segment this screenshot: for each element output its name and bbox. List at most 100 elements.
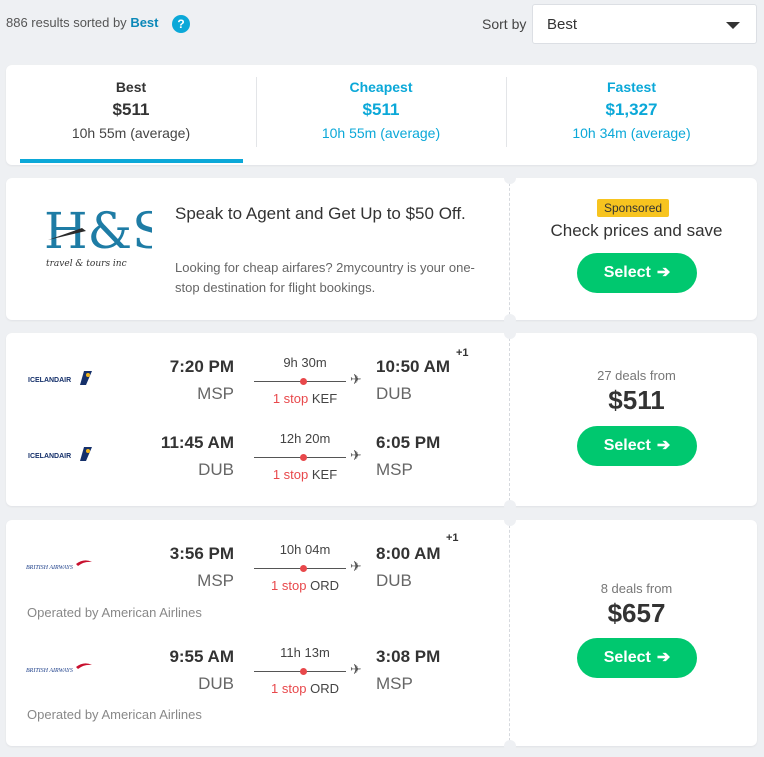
depart-airport: MSP: [197, 571, 234, 590]
flight-result-card[interactable]: ICELANDAIR 7:20 PM MSP 9h 30m ✈ 1 stop K…: [6, 327, 757, 512]
depart-airport: MSP: [197, 384, 234, 403]
depart-time: 3:56 PM: [169, 544, 234, 563]
ba-speedmarque: [76, 560, 92, 566]
stop-count: 1 stop: [271, 681, 307, 696]
plus-days: +1: [446, 532, 459, 544]
sponsored-badge: Sponsored: [597, 199, 670, 217]
stop-count: 1 stop: [272, 467, 309, 482]
stop-dot: [300, 668, 307, 675]
tab-price: $511: [112, 100, 150, 119]
select-button[interactable]: Select ➔: [577, 426, 697, 466]
card-notch: [504, 314, 516, 326]
card-notch: [504, 327, 516, 339]
stop-dot: [300, 565, 307, 572]
select-button-label: Select: [603, 437, 651, 454]
stops-info: 1 stop ORD: [250, 578, 360, 593]
results-count: 886 results sorted by: [6, 15, 127, 30]
icelandair-star: [86, 373, 90, 377]
plane-icon: ✈: [350, 661, 362, 677]
tab-best[interactable]: Best $511 10h 55m (average): [6, 65, 256, 165]
card-notch: [504, 500, 516, 512]
tab-label: Fastest: [606, 79, 657, 95]
active-tab-indicator: [20, 159, 243, 163]
arrive-airport: DUB: [376, 384, 412, 403]
ad-cta-text: Check prices and save: [550, 221, 723, 240]
stop-airport: KEF: [311, 467, 338, 482]
results-sort-name[interactable]: Best: [130, 15, 158, 30]
icelandair-logo: ICELANDAIR: [28, 371, 92, 385]
operated-by: Operated by American Airlines: [27, 605, 202, 620]
flight-duration: 11h 13m: [280, 645, 330, 660]
british-airways-logo: BRITISH AIRWAYS: [26, 560, 92, 571]
depart-time: 9:55 AM: [169, 647, 234, 666]
stop-count: 1 stop: [271, 578, 307, 593]
stops-info: 1 stop ORD: [250, 681, 360, 696]
airline-logo-text: BRITISH AIRWAYS: [26, 565, 73, 571]
route-line: ✈: [254, 371, 364, 388]
sponsored-ad-card[interactable]: H&S travel & tours inc Speak to Agent an…: [6, 172, 757, 326]
select-button[interactable]: Select ➔: [577, 253, 697, 293]
sort-value: Best: [547, 16, 578, 33]
select-button[interactable]: Select ➔: [577, 638, 697, 678]
card-notch: [504, 172, 516, 184]
plane-icon: ✈: [350, 447, 362, 463]
arrow-right-icon: ➔: [656, 437, 671, 454]
card-notch: [504, 514, 516, 526]
select-button-label: Select: [603, 649, 651, 666]
tab-price: $511: [362, 100, 400, 119]
card-notch: [504, 740, 516, 752]
tab-duration: 10h 34m (average): [572, 125, 691, 141]
british-airways-logo: BRITISH AIRWAYS: [26, 663, 92, 674]
plane-icon: ✈: [350, 558, 362, 574]
hs-travel-logo: H&S travel & tours inc: [44, 202, 152, 269]
chevron-down-icon: [726, 22, 740, 29]
plane-icon: ✈: [350, 371, 362, 387]
route-line: ✈: [254, 661, 364, 678]
price: $657: [607, 598, 666, 628]
select-button-label: Select: [603, 264, 651, 281]
tab-label: Best: [115, 79, 147, 95]
plus-days: +1: [456, 347, 469, 359]
deals-count: 8 deals from: [600, 581, 673, 596]
stops-info: 1 stop KEF: [250, 467, 360, 482]
tab-fastest[interactable]: Fastest $1,327 10h 34m (average): [506, 65, 757, 165]
results-summary: 886 results sorted by Best: [6, 15, 159, 30]
arrive-time: 8:00 AM: [376, 544, 441, 563]
depart-time: 11:45 AM: [160, 433, 234, 452]
ad-description: Looking for cheap airfares? 2mycountry i…: [175, 260, 475, 295]
ba-speedmarque: [76, 663, 92, 669]
arrive-airport: DUB: [376, 571, 412, 590]
airline-logo-text: BRITISH AIRWAYS: [26, 668, 73, 674]
flight-duration: 10h 04m: [279, 542, 331, 557]
tab-duration: 10h 55m (average): [71, 125, 191, 141]
tab-price: $1,327: [605, 100, 658, 119]
results-header: 886 results sorted by Best ? Sort by Bes…: [0, 0, 764, 50]
icelandair-tail: [80, 447, 92, 461]
sort-select[interactable]: Best: [532, 4, 757, 44]
stop-airport: KEF: [311, 391, 338, 406]
sort-tabs: Best $511 10h 55m (average) Cheapest $51…: [6, 65, 757, 165]
icelandair-tail: [80, 371, 92, 385]
price: $511: [608, 385, 665, 415]
sort-label: Sort by: [482, 16, 527, 32]
stop-airport: ORD: [310, 681, 339, 696]
tab-duration: 10h 55m (average): [321, 125, 441, 141]
arrive-time: 6:05 PM: [376, 433, 441, 452]
flight-duration: 9h 30m: [283, 355, 327, 370]
airline-logo-text: ICELANDAIR: [28, 377, 71, 384]
flight-result-card[interactable]: BRITISH AIRWAYS 3:56 PM MSP 10h 04m ✈ 1 …: [6, 514, 757, 752]
help-icon[interactable]: ?: [172, 15, 190, 33]
arrive-time: 3:08 PM: [376, 647, 441, 666]
tab-label: Cheapest: [349, 79, 413, 95]
tab-cheapest[interactable]: Cheapest $511 10h 55m (average): [256, 65, 506, 165]
stop-count: 1 stop: [272, 391, 309, 406]
arrive-time: 10:50 AM: [376, 357, 451, 376]
depart-airport: DUB: [198, 674, 234, 693]
icelandair-logo: ICELANDAIR: [28, 447, 92, 461]
logo-text: H&S: [44, 202, 152, 260]
deals-count: 27 deals from: [597, 368, 676, 383]
ad-title[interactable]: Speak to Agent and Get Up to $50 Off.: [175, 200, 475, 227]
route-line: ✈: [254, 558, 364, 575]
stop-dot: [300, 454, 307, 461]
logo-subtext: travel & tours inc: [46, 259, 127, 269]
